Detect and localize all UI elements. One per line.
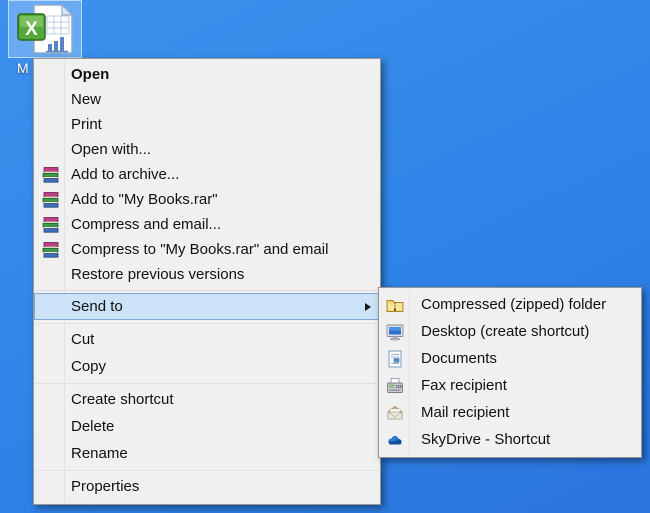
- menu-item-open[interactable]: Open: [34, 62, 380, 87]
- menu-item-label: Compress and email...: [71, 216, 222, 233]
- submenu-item-label: Desktop (create shortcut): [421, 323, 590, 340]
- menu-item-send-to[interactable]: Send to: [34, 293, 380, 320]
- menu-item-copy[interactable]: Copy: [34, 353, 380, 380]
- menu-item-label: Add to archive...: [71, 166, 180, 183]
- submenu-item-label: Fax recipient: [421, 377, 507, 394]
- menu-item-restore-previous-versions[interactable]: Restore previous versions: [34, 262, 380, 287]
- menu-item-create-shortcut[interactable]: Create shortcut: [34, 386, 380, 413]
- submenu-item-label: Mail recipient: [421, 404, 510, 421]
- menu-item-print[interactable]: Print: [34, 112, 380, 137]
- menu-item-compress-and-email[interactable]: Compress and email...: [34, 212, 380, 237]
- submenu-item-label: SkyDrive - Shortcut: [421, 431, 551, 448]
- menu-item-add-to-named-archive[interactable]: Add to "My Books.rar": [34, 187, 380, 212]
- menu-item-add-to-archive[interactable]: Add to archive...: [34, 162, 380, 187]
- desktop-monitor-icon: [386, 324, 404, 340]
- context-menu: Open New Print Open with... Add to archi…: [33, 58, 381, 505]
- document-icon: [388, 350, 402, 367]
- menu-item-cut[interactable]: Cut: [34, 326, 380, 353]
- send-to-submenu: Compressed (zipped) folder Desktop (crea…: [378, 287, 642, 458]
- winrar-books-icon: [42, 216, 59, 233]
- menu-item-new[interactable]: New: [34, 87, 380, 112]
- submenu-arrow-icon: [365, 302, 371, 311]
- menu-item-label: Add to "My Books.rar": [71, 191, 218, 208]
- winrar-books-icon: [42, 166, 59, 183]
- menu-item-label: Send to: [71, 298, 123, 315]
- svg-text:X: X: [25, 19, 38, 40]
- menu-item-properties[interactable]: Properties: [34, 473, 380, 500]
- submenu-item-label: Compressed (zipped) folder: [421, 296, 607, 313]
- desktop: X M Open New Print Open with... Add to a…: [0, 0, 650, 513]
- submenu-item-desktop-create-shortcut[interactable]: Desktop (create shortcut): [379, 318, 641, 345]
- menu-item-label: Compress to "My Books.rar" and email: [71, 241, 329, 258]
- menu-item-compress-named-and-email[interactable]: Compress to "My Books.rar" and email: [34, 237, 380, 262]
- winrar-books-icon: [42, 191, 59, 208]
- submenu-item-compressed-zipped-folder[interactable]: Compressed (zipped) folder: [379, 291, 641, 318]
- fax-icon: [387, 377, 403, 393]
- submenu-item-skydrive-shortcut[interactable]: SkyDrive - Shortcut: [379, 426, 641, 453]
- mail-envelope-icon: [386, 405, 404, 419]
- desktop-icon-label: M: [17, 60, 29, 76]
- excel-file-icon[interactable]: X: [14, 2, 76, 56]
- submenu-item-fax-recipient[interactable]: Fax recipient: [379, 372, 641, 399]
- submenu-item-documents[interactable]: Documents: [379, 345, 641, 372]
- submenu-item-mail-recipient[interactable]: Mail recipient: [379, 399, 641, 426]
- menu-item-rename[interactable]: Rename: [34, 440, 380, 467]
- zip-folder-icon: [386, 299, 404, 312]
- submenu-item-label: Documents: [421, 350, 497, 367]
- menu-item-open-with[interactable]: Open with...: [34, 137, 380, 162]
- winrar-books-icon: [42, 241, 59, 258]
- skydrive-cloud-icon: [388, 435, 402, 445]
- menu-item-delete[interactable]: Delete: [34, 413, 380, 440]
